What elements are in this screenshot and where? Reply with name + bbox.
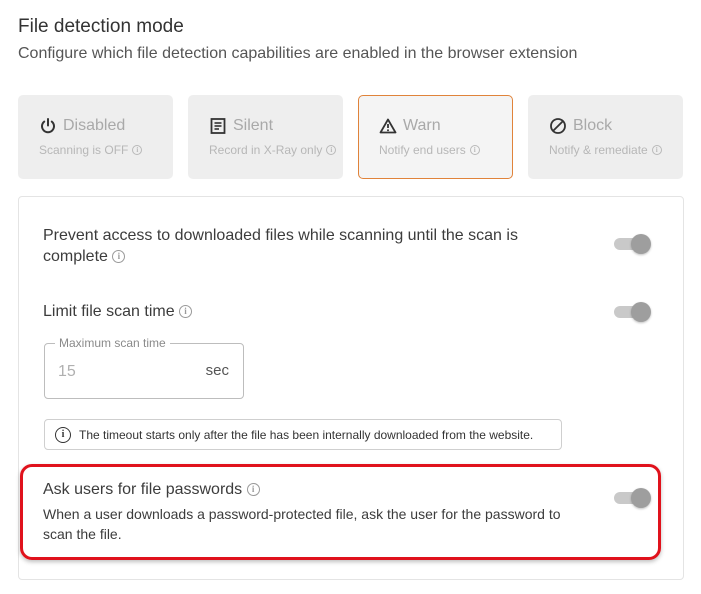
- note-text: The timeout starts only after the file h…: [79, 427, 534, 442]
- document-icon: [209, 117, 227, 135]
- info-icon[interactable]: i: [326, 145, 337, 155]
- info-icon[interactable]: i: [179, 305, 193, 319]
- toggle-knob: [631, 488, 651, 508]
- info-icon[interactable]: i: [112, 250, 126, 264]
- mode-description: Record in X-Ray only: [209, 143, 323, 157]
- ask-passwords-setting: Ask users for file passwords i: [43, 479, 260, 500]
- toggle-knob: [631, 234, 651, 254]
- mode-card-warn[interactable]: Warn Notify end users i: [358, 95, 513, 179]
- mode-description: Notify end users: [379, 143, 466, 157]
- toggle-knob: [631, 302, 651, 322]
- warning-icon: [379, 117, 397, 135]
- info-icon[interactable]: i: [469, 145, 480, 155]
- scan-time-input[interactable]: 15: [58, 363, 76, 381]
- ask-passwords-description: When a user downloads a password-protect…: [43, 504, 583, 544]
- prevent-access-toggle[interactable]: [614, 232, 652, 254]
- description-line: When a user downloads a password-protect…: [43, 506, 561, 522]
- power-icon: [39, 117, 57, 135]
- mode-label: Silent: [233, 117, 274, 134]
- setting-label: complete: [43, 248, 108, 265]
- mode-card-block[interactable]: Block Notify & remediate i: [528, 95, 683, 179]
- mode-card-silent[interactable]: Silent Record in X-Ray only i: [188, 95, 343, 179]
- ask-passwords-toggle[interactable]: [614, 486, 652, 508]
- info-icon[interactable]: i: [246, 483, 260, 497]
- info-icon: i: [55, 426, 71, 443]
- info-icon[interactable]: i: [651, 145, 662, 155]
- description-line: scan the file.: [43, 526, 122, 542]
- page-title: File detection mode: [18, 16, 184, 37]
- field-label: Maximum scan time: [55, 336, 170, 350]
- prevent-access-setting: Prevent access to downloaded files while…: [43, 225, 518, 267]
- field-unit: sec: [205, 362, 229, 379]
- timeout-info-note: i The timeout starts only after the file…: [44, 419, 562, 450]
- limit-scan-time-setting: Limit file scan time i: [43, 301, 193, 322]
- maximum-scan-time-field[interactable]: Maximum scan time 15 sec: [44, 336, 244, 399]
- block-icon: [549, 117, 567, 135]
- settings-panel: Prevent access to downloaded files while…: [18, 196, 684, 580]
- mode-label: Block: [573, 117, 613, 134]
- info-icon[interactable]: i: [132, 145, 143, 155]
- mode-label: Warn: [403, 117, 441, 134]
- mode-card-disabled[interactable]: Disabled Scanning is OFF i: [18, 95, 173, 179]
- mode-description: Scanning is OFF: [39, 143, 129, 157]
- page-subtitle: Configure which file detection capabilit…: [18, 45, 578, 62]
- mode-label: Disabled: [63, 117, 126, 134]
- setting-label: Ask users for file passwords: [43, 481, 243, 498]
- setting-label: Prevent access to downloaded files while…: [43, 227, 518, 244]
- setting-label: Limit file scan time: [43, 303, 175, 320]
- limit-scan-time-toggle[interactable]: [614, 300, 652, 322]
- mode-description: Notify & remediate: [549, 143, 648, 157]
